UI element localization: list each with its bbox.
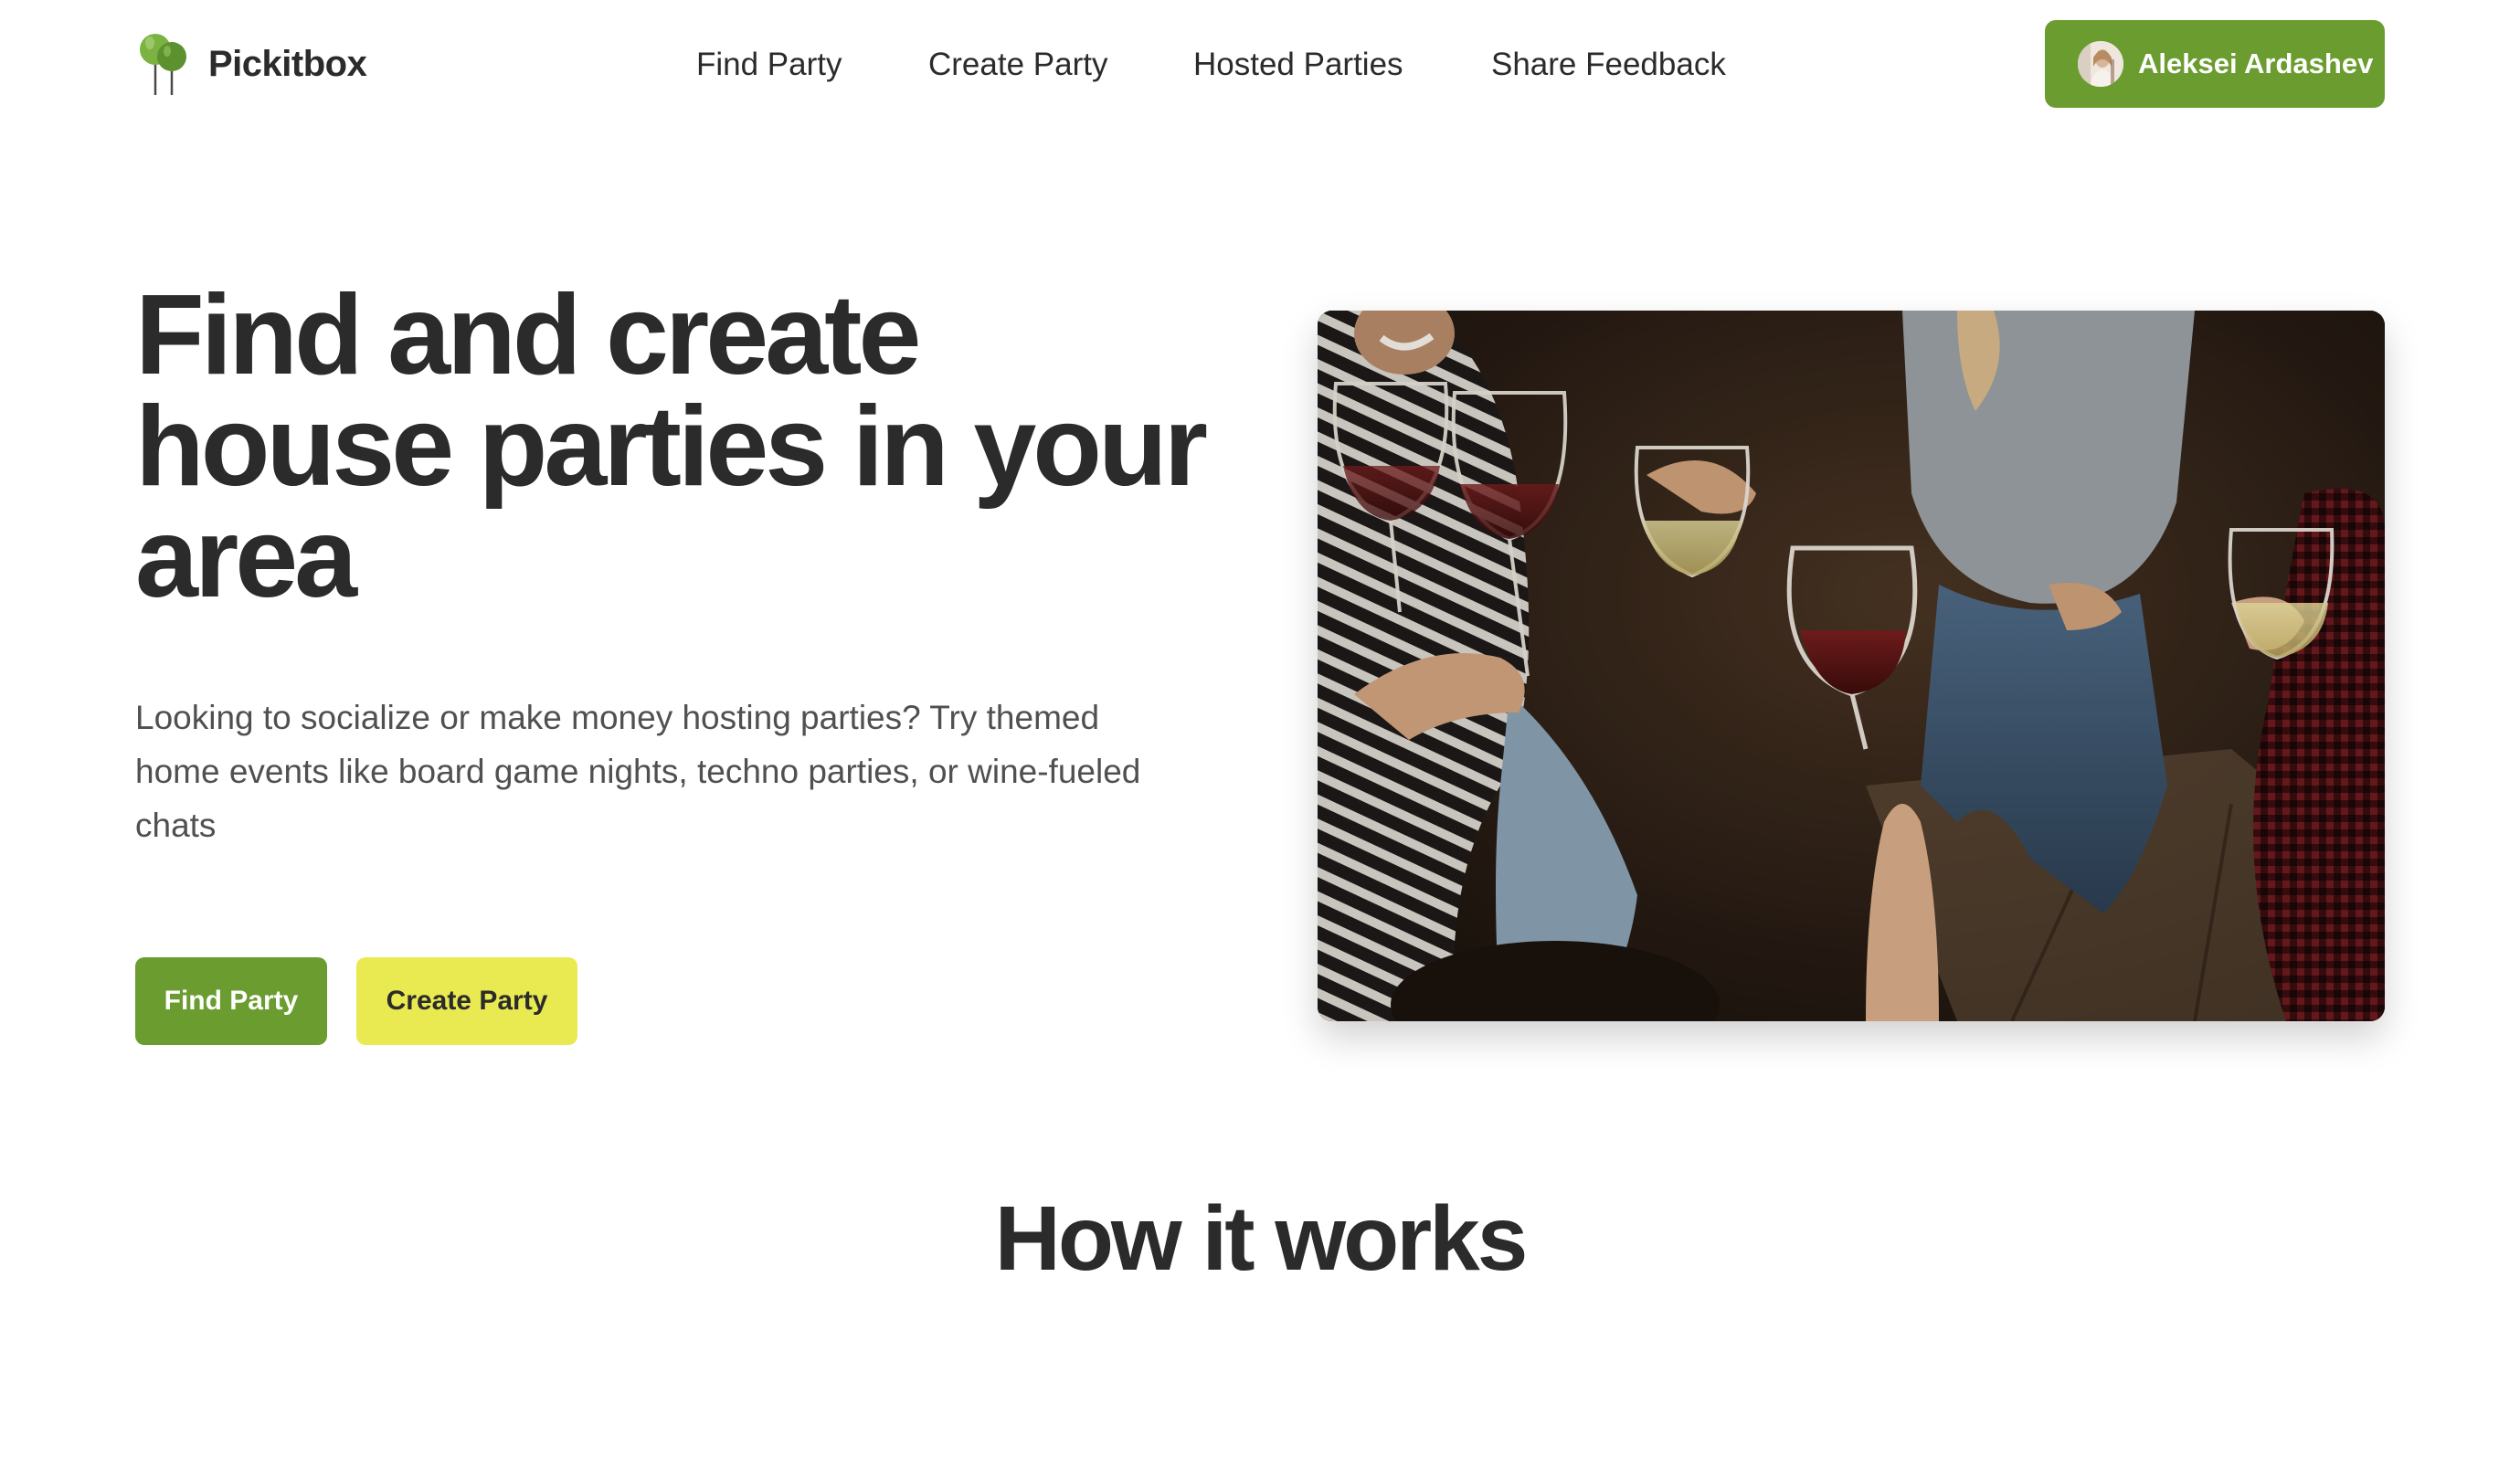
party-toast-illustration	[1318, 311, 2385, 1021]
nav-hosted-parties[interactable]: Hosted Parties	[1193, 40, 1403, 90]
find-party-button[interactable]: Find Party	[135, 957, 327, 1045]
nav-find-party[interactable]: Find Party	[696, 40, 842, 90]
nav-share-feedback[interactable]: Share Feedback	[1491, 40, 1726, 90]
hero-title: Find and create house parties in your ar…	[135, 272, 1208, 621]
user-avatar-image	[2078, 41, 2123, 87]
nav-create-party[interactable]: Create Party	[928, 40, 1107, 90]
user-profile-button[interactable]: Aleksei Ardashev	[2045, 20, 2385, 108]
how-it-works-title: How it works	[994, 1187, 1529, 1290]
avatar	[2078, 41, 2123, 87]
user-name: Aleksei Ardashev	[2138, 47, 2374, 79]
site-header: Pickitbox Find Party Create Party Hosted…	[0, 0, 2520, 130]
create-party-button[interactable]: Create Party	[356, 957, 577, 1045]
hero-party-photo	[1318, 311, 2385, 1021]
hero-description: Looking to socialize or make money hosti…	[135, 699, 1141, 844]
